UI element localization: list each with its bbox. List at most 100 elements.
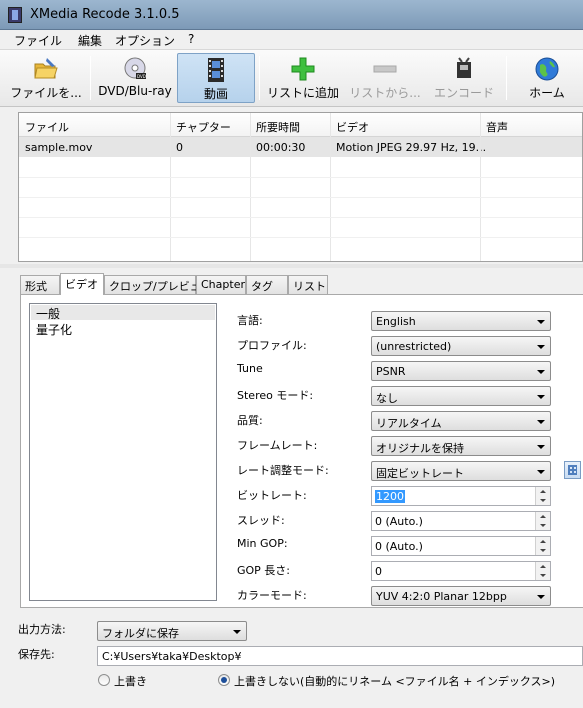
chevron-down-icon	[537, 470, 545, 474]
min-gop-label: Min GOP:	[237, 537, 288, 550]
column-divider	[330, 113, 331, 261]
framerate-select[interactable]: オリジナルを保持	[371, 436, 551, 456]
no-overwrite-label: 上書きしない(自動的にリネーム <ファイル名 + インデックス>)	[234, 675, 556, 688]
increment-button[interactable]	[535, 512, 550, 521]
output-method-select[interactable]: フォルダに保存	[97, 621, 247, 641]
home-button[interactable]: ホーム	[514, 53, 580, 103]
column-header-file[interactable]: ファイル	[25, 119, 69, 135]
rate-control-select[interactable]: 固定ビットレート	[371, 461, 551, 481]
dvd-bluray-button[interactable]: DVD DVD/Blu-ray	[95, 53, 175, 103]
framerate-label: フレームレート:	[237, 439, 318, 452]
tune-value: PSNR	[376, 365, 406, 378]
dvd-bluray-label: DVD/Blu-ray	[98, 84, 172, 98]
svg-text:DVD: DVD	[137, 74, 146, 79]
quality-value: リアルタイム	[376, 417, 442, 430]
add-to-list-button[interactable]: リストに追加	[264, 53, 342, 103]
video-button[interactable]: 動画	[177, 53, 255, 103]
encode-button[interactable]: エンコード	[428, 53, 500, 103]
row-divider	[19, 217, 582, 218]
encode-label: エンコード	[433, 86, 494, 100]
profile-value: (unrestricted)	[376, 340, 452, 353]
tab-crop-preview[interactable]: クロップ/プレビュー	[104, 275, 212, 294]
framerate-value: オリジナルを保持	[376, 442, 464, 455]
decrement-button[interactable]	[535, 571, 550, 580]
grid-icon[interactable]	[564, 461, 581, 479]
menu-edit[interactable]: 編集	[78, 32, 102, 49]
list-item-quantization[interactable]: 量子化	[31, 321, 215, 337]
cell-duration: 00:00:30	[256, 141, 306, 154]
video-label: 動画	[203, 87, 228, 101]
tab-chapter[interactable]: Chapter	[196, 275, 246, 294]
decrement-button[interactable]	[535, 546, 550, 555]
file-list[interactable]: ファイル チャプター 所要時間 ビデオ 音声 sample.mov 0 00:0…	[18, 112, 583, 262]
column-divider	[170, 113, 171, 261]
quality-select[interactable]: リアルタイム	[371, 411, 551, 431]
remove-from-list-button[interactable]: リストから...	[345, 53, 425, 103]
menu-help[interactable]: ?	[188, 32, 194, 46]
tune-label: Tune	[237, 362, 263, 375]
remove-from-list-label: リストから...	[349, 86, 421, 100]
decrement-button[interactable]	[535, 521, 550, 530]
menu-file[interactable]: ファイル	[14, 32, 62, 49]
tab-video[interactable]: ビデオ	[60, 273, 104, 295]
open-file-button[interactable]: ファイルを...	[6, 53, 86, 103]
cell-video: Motion JPEG 29.97 Hz, 19...	[336, 141, 487, 154]
profile-select[interactable]: (unrestricted)	[371, 336, 551, 356]
threads-label: スレッド:	[237, 514, 285, 527]
app-window: XMedia Recode 3.1.0.5 ファイル 編集 オプション ? ファ…	[0, 0, 583, 708]
list-item-general[interactable]: 一般	[31, 305, 215, 321]
row-divider	[19, 237, 582, 238]
tab-format[interactable]: 形式	[20, 275, 60, 294]
gop-length-stepper[interactable]: 0	[371, 561, 551, 581]
settings-tabs: 形式 ビデオ クロップ/プレビュー Chapter タグ リスト	[20, 273, 583, 295]
globe-icon	[535, 57, 559, 81]
save-location-label: 保存先:	[18, 648, 55, 661]
tab-list[interactable]: リスト	[288, 275, 328, 294]
toolbar: ファイルを... DVD DVD/Blu-ray 動画 リストに追加 リストから…	[0, 50, 583, 107]
column-header-chapter[interactable]: チャプター	[176, 119, 231, 135]
increment-button[interactable]	[535, 562, 550, 571]
profile-label: プロファイル:	[237, 339, 307, 352]
table-row[interactable]: sample.mov 0 00:00:30 Motion JPEG 29.97 …	[19, 137, 582, 157]
chevron-down-icon	[537, 595, 545, 599]
chevron-down-icon	[537, 445, 545, 449]
toolbar-separator	[90, 56, 91, 100]
bitrate-label: ビットレート:	[237, 489, 307, 502]
column-divider	[250, 113, 251, 261]
column-header-video[interactable]: ビデオ	[336, 119, 369, 135]
row-divider	[19, 177, 582, 178]
column-header-duration[interactable]: 所要時間	[256, 119, 300, 135]
min-gop-stepper[interactable]: 0 (Auto.)	[371, 536, 551, 556]
app-icon	[8, 7, 22, 23]
menu-bar: ファイル 編集 オプション ?	[0, 30, 583, 50]
save-path-field[interactable]: C:¥Users¥taka¥Desktop¥	[97, 646, 583, 666]
no-overwrite-radio[interactable]	[218, 674, 230, 686]
encode-icon	[457, 57, 471, 78]
tune-select[interactable]: PSNR	[371, 361, 551, 381]
cell-chapter: 0	[176, 141, 183, 154]
increment-button[interactable]	[535, 487, 550, 496]
overwrite-radio[interactable]	[98, 674, 110, 686]
threads-stepper[interactable]: 0 (Auto.)	[371, 511, 551, 531]
color-mode-value: YUV 4:2:0 Planar 12bpp	[376, 590, 507, 603]
column-divider	[480, 113, 481, 261]
folder-open-icon	[34, 58, 58, 79]
increment-button[interactable]	[535, 537, 550, 546]
bitrate-stepper[interactable]: 1200	[371, 486, 551, 506]
language-select[interactable]: English	[371, 311, 551, 331]
color-mode-label: カラーモード:	[237, 589, 307, 602]
panel-splitter[interactable]	[0, 264, 583, 268]
film-icon	[208, 58, 224, 82]
row-divider	[19, 197, 582, 198]
toolbar-separator	[506, 56, 507, 100]
tab-tag[interactable]: タグ	[246, 275, 288, 294]
decrement-button[interactable]	[535, 496, 550, 505]
stereo-mode-select[interactable]: なし	[371, 386, 551, 406]
color-mode-select[interactable]: YUV 4:2:0 Planar 12bpp	[371, 586, 551, 606]
menu-options[interactable]: オプション	[115, 32, 175, 49]
chevron-down-icon	[537, 345, 545, 349]
file-list-header: ファイル チャプター 所要時間 ビデオ 音声	[19, 113, 582, 137]
video-category-list[interactable]: 一般 量子化	[29, 303, 217, 601]
quality-label: 品質:	[237, 414, 263, 427]
column-header-audio[interactable]: 音声	[486, 119, 508, 135]
